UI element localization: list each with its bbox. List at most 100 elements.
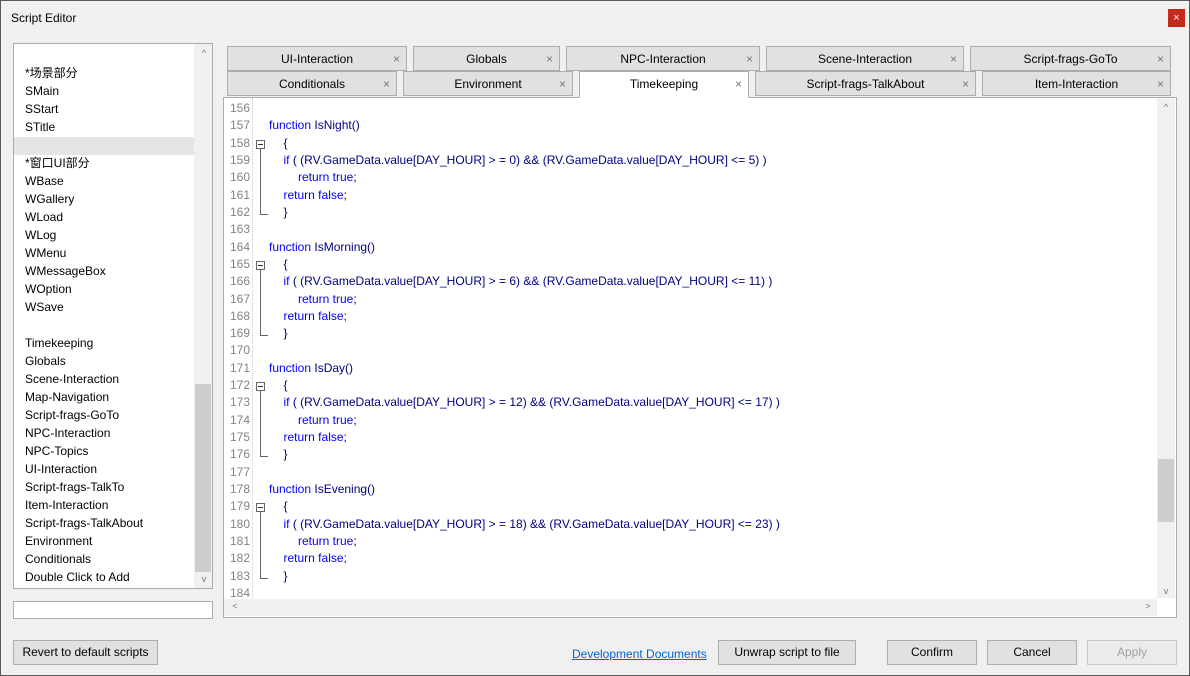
list-item[interactable]: SStart xyxy=(25,100,58,118)
fold-collapse-icon[interactable] xyxy=(256,503,265,513)
close-tab-icon[interactable]: × xyxy=(735,72,742,96)
cancel-button[interactable]: Cancel xyxy=(987,640,1077,665)
list-item[interactable]: *窗口UI部分 xyxy=(25,154,90,172)
code-line[interactable]: { xyxy=(284,136,288,150)
list-item[interactable]: WLoad xyxy=(25,208,63,226)
scroll-down-icon[interactable]: v xyxy=(195,574,213,584)
apply-button[interactable]: Apply xyxy=(1087,640,1177,665)
list-item[interactable]: Map-Navigation xyxy=(25,388,109,406)
close-tab-icon[interactable]: × xyxy=(962,72,969,96)
code-line[interactable]: function IsNight() xyxy=(269,118,360,132)
list-item[interactable]: Conditionals xyxy=(25,550,91,568)
code-line[interactable]: if ( (RV.GameData.value[DAY_HOUR] > = 0)… xyxy=(284,153,767,167)
fold-collapse-icon[interactable] xyxy=(256,139,265,149)
list-item[interactable]: Double Click to Add xyxy=(25,568,130,586)
list-item[interactable]: Script-frags-TalkTo xyxy=(25,478,124,496)
list-item[interactable]: WMessageBox xyxy=(25,262,106,280)
editor-horizontal-scrollbar[interactable] xyxy=(224,599,1157,616)
code-line[interactable]: return false; xyxy=(284,551,347,565)
code-line[interactable]: return true; xyxy=(298,292,357,306)
list-item-selected[interactable] xyxy=(14,137,194,155)
list-item[interactable]: WBase xyxy=(25,172,64,190)
scroll-up-icon[interactable]: ^ xyxy=(195,48,213,58)
unwrap-script-button[interactable]: Unwrap script to file xyxy=(718,640,856,665)
code-line[interactable]: return false; xyxy=(284,309,347,323)
fold-collapse-icon[interactable] xyxy=(256,260,265,270)
tab-conditionals[interactable]: Conditionals × xyxy=(227,71,397,96)
code-line[interactable]: { xyxy=(284,257,288,271)
code-line[interactable]: return true; xyxy=(298,413,357,427)
close-tab-icon[interactable]: × xyxy=(383,72,390,96)
tab-environment[interactable]: Environment × xyxy=(403,71,573,96)
list-item[interactable]: Environment xyxy=(25,532,92,550)
code-line[interactable]: return false; xyxy=(284,430,347,444)
list-item[interactable]: Scene-Interaction xyxy=(25,370,119,388)
code-line[interactable]: return true; xyxy=(298,170,357,184)
list-item[interactable]: WGallery xyxy=(25,190,74,208)
list-item[interactable]: Timekeeping xyxy=(25,334,93,352)
close-tab-icon[interactable]: × xyxy=(546,47,553,71)
code-line[interactable]: return true; xyxy=(298,534,357,548)
script-name-input[interactable] xyxy=(13,601,213,619)
code-line[interactable]: } xyxy=(284,569,288,583)
line-number: 171 xyxy=(229,360,250,375)
list-item[interactable]: WSave xyxy=(25,298,64,316)
tab-npc-interaction[interactable]: NPC-Interaction × xyxy=(566,46,760,71)
code-editor[interactable]: ^ v < > 156 157 function IsNight() 158 {159 i… xyxy=(223,97,1177,618)
scroll-left-icon[interactable]: < xyxy=(226,601,244,611)
code-line[interactable]: } xyxy=(284,205,288,219)
script-list[interactable]: ^ v *场景部分 SMain SStart STitle *窗口UI部分 WBase WG… xyxy=(13,43,213,589)
revert-default-scripts-button[interactable]: Revert to default scripts xyxy=(13,640,158,665)
tab-item-interaction[interactable]: Item-Interaction × xyxy=(982,71,1171,96)
scroll-up-icon[interactable]: ^ xyxy=(1157,102,1175,112)
close-tab-icon[interactable]: × xyxy=(559,72,566,96)
list-item[interactable]: Globals xyxy=(25,352,66,370)
code-line[interactable]: { xyxy=(284,499,288,513)
code-text: } xyxy=(283,447,288,462)
close-tab-icon[interactable]: × xyxy=(950,47,957,71)
fold-collapse-icon[interactable] xyxy=(256,382,265,392)
code-line[interactable]: } xyxy=(284,326,288,340)
editor-vertical-scrollbar[interactable] xyxy=(1157,98,1175,598)
list-item[interactable]: STitle xyxy=(25,118,55,136)
list-item[interactable]: WOption xyxy=(25,280,72,298)
tab-globals[interactable]: Globals × xyxy=(413,46,560,71)
scroll-down-icon[interactable]: v xyxy=(1157,586,1175,596)
list-item[interactable]: WLog xyxy=(25,226,56,244)
tab-script-frags-talkabout[interactable]: Script-frags-TalkAbout × xyxy=(755,71,976,96)
code-line[interactable]: return false; xyxy=(284,188,347,202)
scroll-right-icon[interactable]: > xyxy=(1139,601,1157,611)
code-line[interactable]: function IsDay() xyxy=(269,361,353,375)
list-item[interactable]: UI-Interaction xyxy=(25,460,97,478)
code-line[interactable]: if ( (RV.GameData.value[DAY_HOUR] > = 6)… xyxy=(284,274,773,288)
close-tab-icon[interactable]: × xyxy=(1157,72,1164,96)
confirm-button[interactable]: Confirm xyxy=(887,640,977,665)
list-item[interactable]: NPC-Topics xyxy=(25,442,88,460)
code-line[interactable]: if ( (RV.GameData.value[DAY_HOUR] > = 18… xyxy=(284,517,780,531)
list-item[interactable]: Script-frags-TalkAbout xyxy=(25,514,143,532)
tab-script-frags-goto[interactable]: Script-frags-GoTo × xyxy=(970,46,1171,71)
line-number: 183 xyxy=(229,568,250,583)
close-button[interactable]: × xyxy=(1168,9,1185,27)
list-item[interactable]: Item-Interaction xyxy=(25,496,108,514)
close-tab-icon[interactable]: × xyxy=(393,47,400,71)
editor-scrollbar-thumb[interactable] xyxy=(1158,459,1174,522)
code-line[interactable]: function IsEvening() xyxy=(269,482,375,496)
code-line[interactable]: function IsMorning() xyxy=(269,240,375,254)
development-documents-link[interactable]: Development Documents xyxy=(572,647,707,661)
tab-timekeeping[interactable]: Timekeeping × xyxy=(579,71,749,98)
code-line[interactable]: } xyxy=(284,447,288,461)
list-scrollbar-thumb[interactable] xyxy=(195,384,211,572)
list-item[interactable]: *场景部分 xyxy=(25,64,78,82)
list-item[interactable]: SMain xyxy=(25,82,59,100)
code-keyword: return false xyxy=(283,308,344,323)
list-item[interactable]: Script-frags-GoTo xyxy=(25,406,119,424)
tab-scene-interaction[interactable]: Scene-Interaction × xyxy=(766,46,964,71)
code-line[interactable]: if ( (RV.GameData.value[DAY_HOUR] > = 12… xyxy=(284,395,780,409)
close-tab-icon[interactable]: × xyxy=(746,47,753,71)
list-item[interactable]: WMenu xyxy=(25,244,66,262)
close-tab-icon[interactable]: × xyxy=(1157,47,1164,71)
tab-ui-interaction[interactable]: UI-Interaction × xyxy=(227,46,407,71)
code-line[interactable]: { xyxy=(284,378,288,392)
list-item[interactable]: NPC-Interaction xyxy=(25,424,110,442)
